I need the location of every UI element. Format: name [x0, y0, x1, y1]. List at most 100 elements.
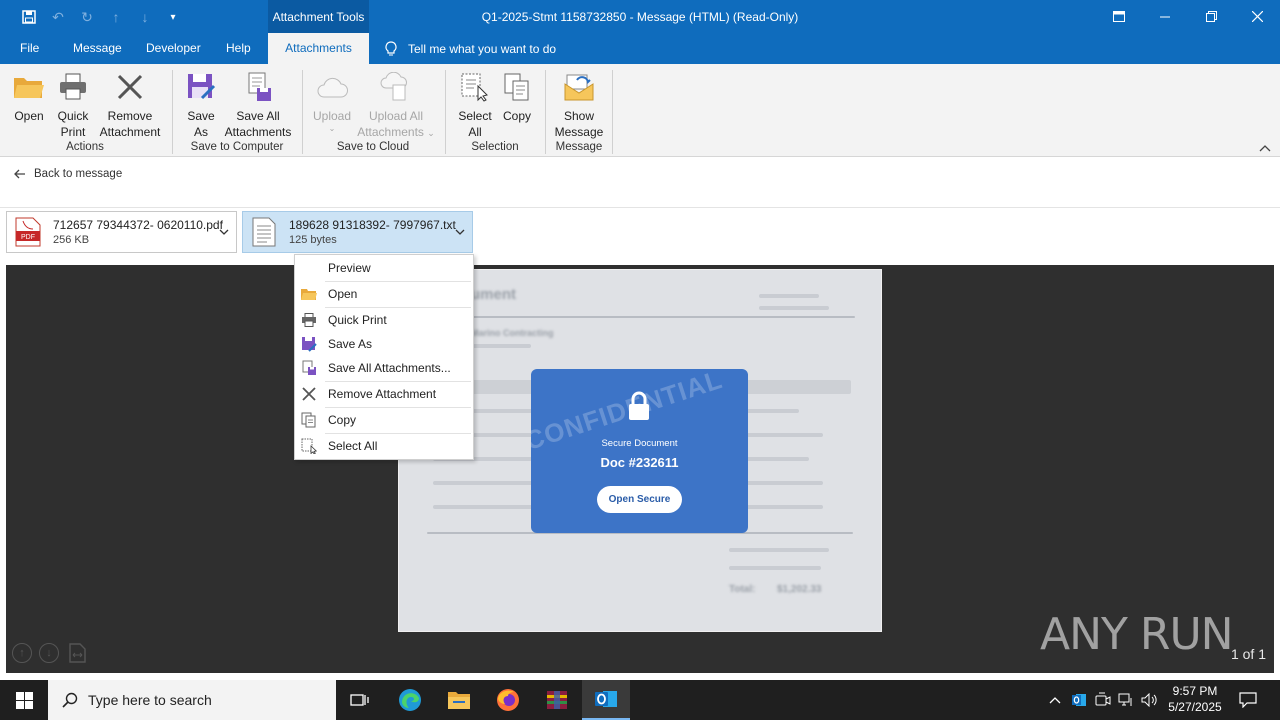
group-save-to-computer: Save to Computer — [190, 141, 284, 153]
menu-item-select-all[interactable]: Select All — [295, 434, 473, 458]
clock-date: 5/27/2025 — [1168, 700, 1222, 714]
restore-button[interactable] — [1188, 0, 1234, 33]
notifications-icon[interactable] — [1238, 691, 1258, 709]
cloud-upload-icon — [315, 70, 349, 104]
file-explorer-icon[interactable] — [435, 680, 483, 720]
arrow-left-icon — [14, 169, 25, 179]
back-to-message-label: Back to message — [34, 168, 123, 180]
clock[interactable]: 9:57 PM 5/27/2025 — [1160, 683, 1230, 715]
document-number: Doc #232611 — [600, 455, 679, 470]
group-separator — [302, 70, 303, 154]
close-button[interactable] — [1234, 0, 1280, 33]
collapse-ribbon-icon[interactable] — [1258, 142, 1272, 154]
save-all-attachments-button[interactable]: Save All Attachments — [222, 70, 294, 140]
attachment-chip-txt[interactable]: 189628 91318392- 7997967.txt 125 bytes — [242, 211, 473, 253]
tab-developer[interactable]: Developer — [136, 33, 211, 64]
upload-button[interactable]: Upload ⌄ — [310, 70, 354, 134]
attachment-chip-pdf[interactable]: PDF 712657 79344372- 0620110.pdf 256 KB — [6, 211, 237, 253]
previous-page-icon[interactable]: ↑ — [12, 643, 32, 663]
winrar-icon[interactable] — [533, 680, 581, 720]
printer-icon — [301, 312, 317, 328]
blurred-rule — [419, 316, 855, 318]
remove-attachment-button[interactable]: Remove Attachment — [96, 70, 164, 140]
upload-all-attachments-button[interactable]: Upload All Attachments ⌄ — [354, 70, 438, 141]
volume-icon[interactable] — [1141, 691, 1159, 709]
chevron-up-icon[interactable] — [1046, 691, 1064, 709]
attachment-context-menu: Preview Open Quick Print Save As Save Al… — [294, 254, 474, 460]
menu-item-copy[interactable]: Copy — [295, 408, 473, 432]
group-message: Message — [555, 141, 603, 153]
blurred-line — [759, 294, 819, 298]
select-all-button[interactable]: Select All — [455, 70, 495, 140]
printer-icon — [56, 70, 90, 104]
back-to-message-link[interactable]: Back to message — [14, 168, 122, 180]
blurred-line — [759, 306, 829, 310]
minimize-button[interactable] — [1142, 0, 1188, 33]
lightbulb-icon — [385, 40, 397, 55]
open-label: Open — [14, 109, 44, 123]
ribbon-display-options-icon[interactable] — [1096, 0, 1142, 33]
open-secure-button[interactable]: Open Secure — [597, 486, 682, 513]
undo-icon[interactable]: ↶ — [47, 6, 69, 28]
remove-label-2: Attachment — [99, 125, 161, 139]
save-as-label-1: Save — [187, 109, 215, 123]
blurred-doc-title: ument — [471, 286, 516, 303]
redo-icon[interactable]: ↻ — [76, 6, 98, 28]
ribbon: Open Quick Print Remove Attachment Actio… — [0, 64, 1280, 157]
copy-button[interactable]: Copy — [499, 70, 535, 124]
save-all-icon — [241, 70, 275, 104]
save-as-button[interactable]: Save As — [182, 70, 220, 140]
show-message-label-1: Show — [563, 109, 595, 123]
next-page-icon[interactable]: ↓ — [39, 643, 59, 663]
menu-item-label: Select All — [328, 439, 378, 453]
select-all-label-2: All — [468, 125, 482, 139]
tab-file[interactable]: File — [10, 33, 49, 64]
search-icon — [62, 692, 78, 708]
edge-browser-icon[interactable] — [386, 680, 434, 720]
meet-now-icon[interactable] — [1094, 691, 1112, 709]
quick-print-button[interactable]: Quick Print — [54, 70, 92, 140]
group-separator — [172, 70, 173, 154]
firefox-icon[interactable] — [484, 680, 532, 720]
tell-me-box[interactable]: Tell me what you want to do — [384, 33, 556, 64]
menu-item-save-all[interactable]: Save All Attachments... — [295, 356, 473, 380]
customize-qat-icon[interactable]: ▾ — [162, 6, 184, 28]
title-bar: ↶ ↻ ↑ ↓ ▾ Attachment Tools Q1-2025-Stmt … — [0, 0, 1280, 33]
upload-label: Upload — [312, 109, 352, 123]
outlook-tray-icon[interactable] — [1070, 691, 1088, 709]
outlook-icon[interactable] — [582, 680, 630, 720]
upload-all-label-2-wrap: Attachments ⌄ — [357, 124, 435, 141]
save-icon[interactable] — [18, 6, 40, 28]
attachment-name: 712657 79344372- 0620110.pdf — [53, 217, 223, 232]
taskbar-search-box[interactable]: Type here to search — [48, 680, 336, 720]
menu-item-preview[interactable]: Preview — [295, 256, 473, 280]
menu-item-label: Copy — [328, 413, 357, 427]
save-as-icon — [301, 336, 317, 352]
group-separator — [612, 70, 613, 154]
show-message-button[interactable]: Show Message — [552, 70, 606, 140]
folder-icon — [12, 70, 46, 104]
menu-item-quick-print[interactable]: Quick Print — [295, 308, 473, 332]
task-view-icon[interactable] — [336, 680, 384, 720]
tab-help[interactable]: Help — [216, 33, 261, 64]
search-placeholder: Type here to search — [88, 692, 212, 708]
menu-item-remove-attachment[interactable]: Remove Attachment — [295, 382, 473, 406]
next-item-icon[interactable]: ↓ — [134, 6, 156, 28]
chevron-down-icon[interactable] — [454, 226, 466, 238]
folder-icon — [301, 286, 317, 302]
context-tab-title: Attachment Tools — [268, 0, 369, 33]
menu-item-open[interactable]: Open — [295, 282, 473, 306]
attachment-preview-pane: ument Marino Contracting Total: $1,202.3… — [6, 265, 1274, 673]
chevron-down-icon[interactable] — [218, 226, 230, 238]
tab-attachments[interactable]: Attachments — [268, 33, 369, 64]
start-button[interactable] — [0, 680, 48, 720]
show-message-label-2: Message — [554, 125, 604, 139]
tab-message[interactable]: Message — [63, 33, 132, 64]
select-all-icon — [458, 70, 492, 104]
attachment-info: 189628 91318392- 7997967.txt 125 bytes — [289, 218, 456, 247]
previous-item-icon[interactable]: ↑ — [105, 6, 127, 28]
open-button[interactable]: Open — [10, 70, 48, 124]
network-icon[interactable] — [1117, 691, 1135, 709]
fit-page-icon[interactable] — [68, 643, 86, 663]
menu-item-save-as[interactable]: Save As — [295, 332, 473, 356]
